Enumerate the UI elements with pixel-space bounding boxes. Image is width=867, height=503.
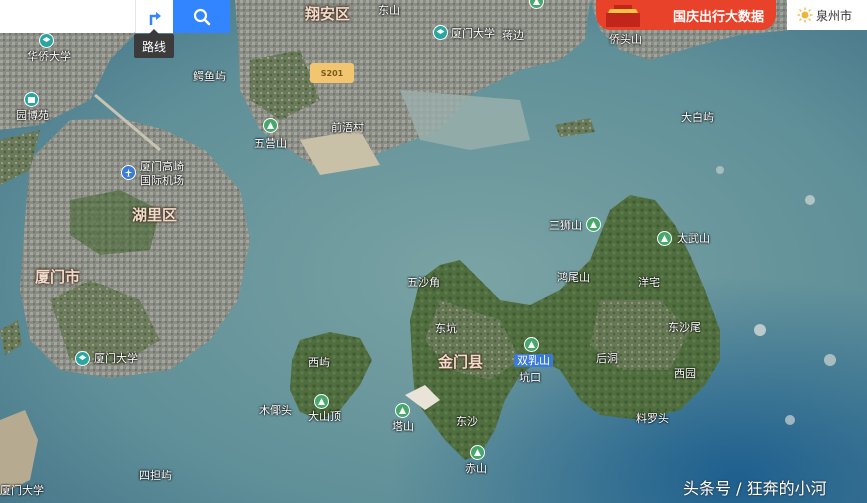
place-label[interactable]: 五营山	[254, 137, 287, 150]
mountain-marker[interactable]	[657, 231, 672, 246]
place-label[interactable]: 侨头山	[609, 33, 642, 46]
place-label[interactable]: 蒋边	[502, 29, 524, 42]
search-icon	[193, 8, 210, 25]
place-label[interactable]: 前浯村	[331, 121, 364, 134]
mountain-marker[interactable]	[524, 337, 539, 352]
place-label[interactable]: 厦门高崎	[140, 160, 184, 173]
place-label[interactable]: 后洞	[596, 352, 618, 365]
place-label[interactable]: 园博苑	[16, 109, 49, 122]
city-label[interactable]: 厦门市	[35, 268, 80, 286]
place-label[interactable]: 鸿尾山	[557, 271, 590, 284]
banner-text: 国庆出行大数据	[672, 9, 764, 25]
university-marker[interactable]	[433, 25, 448, 40]
place-label[interactable]: 东沙	[456, 415, 478, 428]
place-label[interactable]: 厦门大学	[451, 27, 495, 40]
flag-icon	[606, 5, 640, 27]
university-marker[interactable]	[39, 33, 54, 48]
place-label[interactable]: 料罗头	[636, 412, 669, 425]
place-label[interactable]: 东沙尾	[668, 321, 701, 334]
mountain-marker[interactable]	[395, 403, 410, 418]
place-label[interactable]: 太武山	[677, 232, 710, 245]
place-label[interactable]: 厦门大学	[0, 484, 44, 497]
place-label[interactable]: 赤山	[465, 462, 487, 475]
university-marker[interactable]	[75, 351, 90, 366]
place-label[interactable]: 东山	[378, 4, 400, 17]
route-tooltip: 路线	[134, 29, 174, 58]
selected-place-label[interactable]: 双乳山	[514, 354, 553, 367]
place-label[interactable]: 洋宅	[638, 276, 660, 289]
place-label[interactable]: 三狮山	[549, 219, 582, 232]
road-number-badge: S201	[310, 63, 354, 83]
place-label[interactable]: 厦门大学	[94, 352, 138, 365]
satellite-map[interactable]	[0, 0, 867, 503]
place-label[interactable]: 西园	[674, 367, 696, 380]
city-selector[interactable]: 泉州市	[787, 0, 867, 30]
place-label[interactable]: 大山顶	[308, 410, 341, 423]
place-label[interactable]: 五沙角	[407, 276, 440, 289]
place-label[interactable]: 大白屿	[681, 111, 714, 124]
district-label[interactable]: 翔安区	[305, 5, 350, 23]
mountain-marker[interactable]	[314, 394, 329, 409]
national-day-banner[interactable]: 国庆出行大数据	[596, 0, 776, 30]
place-label[interactable]: 东坑	[435, 322, 457, 335]
search-button[interactable]	[173, 0, 230, 33]
district-label[interactable]: 湖里区	[132, 206, 177, 224]
airport-marker[interactable]	[121, 165, 136, 180]
place-label[interactable]: 西屿	[308, 356, 330, 369]
route-icon	[149, 11, 161, 25]
mountain-marker[interactable]	[470, 445, 485, 460]
place-label[interactable]: 木倻头	[259, 404, 292, 417]
city-name: 泉州市	[816, 8, 853, 23]
park-marker[interactable]	[24, 92, 39, 107]
mountain-marker[interactable]	[263, 118, 278, 133]
place-label[interactable]: 四担屿	[139, 469, 172, 482]
search-input[interactable]	[0, 0, 135, 33]
watermark-text: 头条号 / 狂奔的小河	[683, 479, 827, 498]
place-label[interactable]: 坑口	[519, 371, 541, 384]
weather-sun-icon	[797, 7, 813, 23]
place-label[interactable]: 鳄鱼屿	[193, 70, 226, 83]
place-label[interactable]: 塔山	[392, 420, 414, 433]
mountain-marker[interactable]	[586, 217, 601, 232]
place-label[interactable]: 华侨大学	[27, 50, 71, 63]
county-label[interactable]: 金门县	[438, 353, 483, 371]
place-label[interactable]: 国际机场	[140, 174, 184, 187]
